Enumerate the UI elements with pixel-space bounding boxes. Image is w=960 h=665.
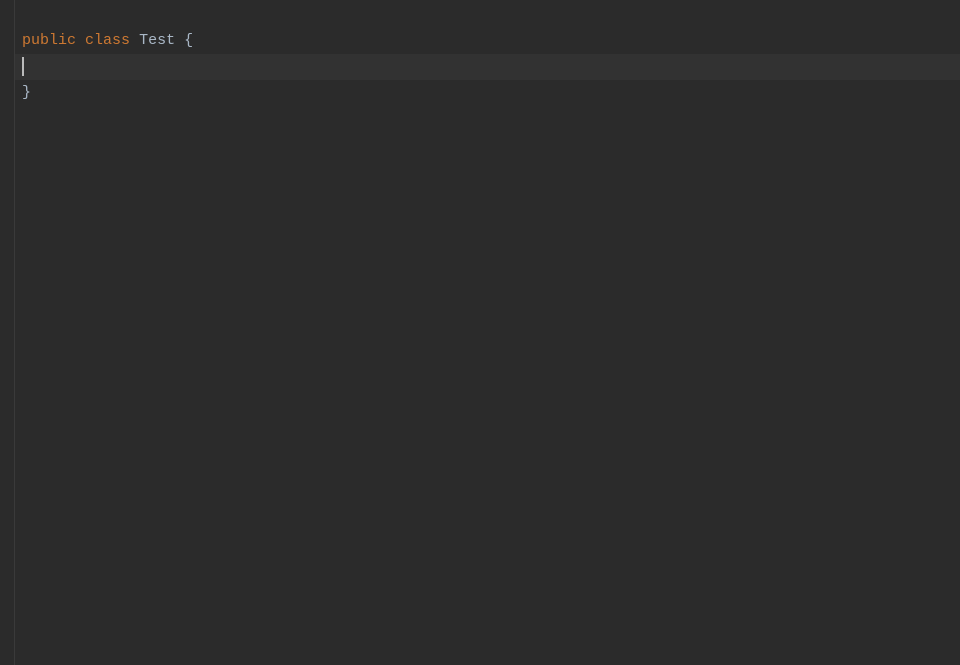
editor-gutter: [0, 0, 15, 665]
token-plain: [175, 32, 184, 49]
code-line-2[interactable]: [15, 54, 960, 80]
editor-container: public class Test {}: [0, 0, 960, 665]
text-cursor: [22, 57, 24, 76]
token-identifier: Test: [139, 32, 175, 49]
token-keyword: class: [85, 32, 130, 49]
token-keyword: public: [22, 32, 76, 49]
token-plain: [76, 32, 85, 49]
code-area[interactable]: public class Test {}: [15, 0, 960, 665]
code-line-1[interactable]: public class Test {: [15, 28, 960, 54]
token-brace: {: [184, 32, 193, 49]
token-plain: [130, 32, 139, 49]
code-line-3[interactable]: }: [15, 80, 960, 106]
token-brace: }: [22, 84, 31, 101]
